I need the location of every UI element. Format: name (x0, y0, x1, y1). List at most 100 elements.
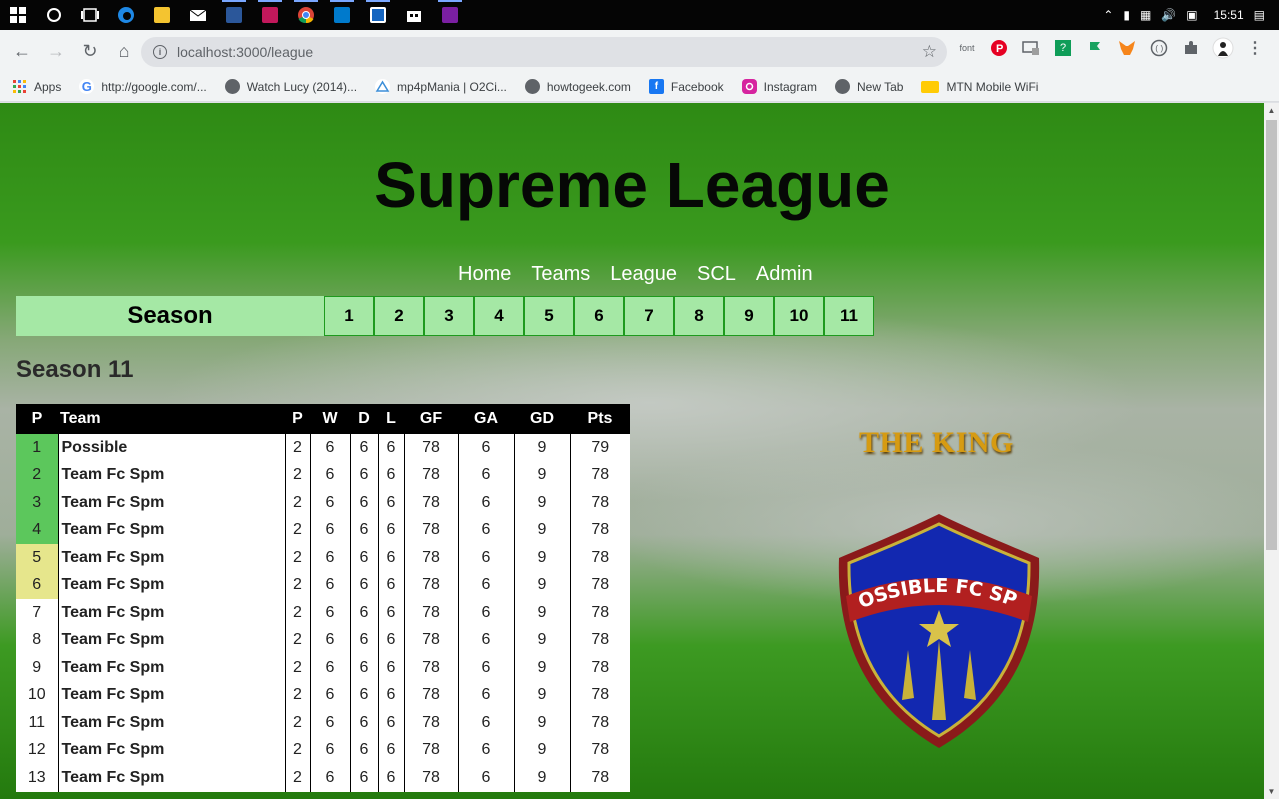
season-button-11[interactable]: 11 (824, 296, 874, 336)
table-row[interactable]: 13 Team Fc Spm 2 6 6 6 78 6 9 78 (16, 764, 630, 792)
header-lost[interactable]: L (378, 404, 404, 434)
cell-team[interactable]: Team Fc Spm (57, 516, 285, 544)
code-extension-icon[interactable]: () (1148, 37, 1170, 59)
store-icon[interactable] (396, 0, 432, 30)
back-icon[interactable]: ← (6, 35, 38, 67)
season-button-10[interactable]: 10 (774, 296, 824, 336)
table-row[interactable]: 8 Team Fc Spm 2 6 6 6 78 6 9 78 (16, 626, 630, 654)
bookmark-item[interactable]: Ghttp://google.com/... (79, 79, 207, 94)
season-button-4[interactable]: 4 (474, 296, 524, 336)
bookmark-item[interactable]: f Facebook (648, 79, 724, 94)
table-row[interactable]: 4 Team Fc Spm 2 6 6 6 78 6 9 78 (16, 516, 630, 544)
metamask-icon[interactable] (1116, 37, 1138, 59)
header-played[interactable]: P (285, 404, 310, 434)
cell-team[interactable]: Team Fc Spm (57, 709, 285, 737)
cell-team[interactable]: Team Fc Spm (57, 461, 285, 489)
help-extension-icon[interactable]: ? (1052, 37, 1074, 59)
table-row[interactable]: 10 Team Fc Spm 2 6 6 6 78 6 9 78 (16, 681, 630, 709)
season-button-7[interactable]: 7 (624, 296, 674, 336)
header-position[interactable]: P (16, 404, 58, 434)
app-icon[interactable] (360, 0, 396, 30)
header-goal-difference[interactable]: GD (514, 404, 570, 434)
scroll-down-arrow-icon[interactable]: ▼ (1264, 784, 1279, 799)
bookmark-item[interactable]: New Tab (834, 79, 903, 94)
table-row[interactable]: 6 Team Fc Spm 2 6 6 6 78 6 9 78 (16, 571, 630, 599)
season-button-1[interactable]: 1 (324, 296, 374, 336)
header-won[interactable]: W (310, 404, 350, 434)
clock[interactable]: 15:51 (1214, 8, 1244, 22)
header-goals-for[interactable]: GF (404, 404, 458, 434)
header-points[interactable]: Pts (570, 404, 630, 434)
table-row[interactable]: 2 Team Fc Spm 2 6 6 6 78 6 9 78 (16, 461, 630, 489)
task-view-icon[interactable] (72, 0, 108, 30)
chevron-up-icon[interactable]: ⌃ (1103, 8, 1113, 22)
bookmark-item[interactable]: howtogeek.com (524, 79, 631, 94)
chrome-icon[interactable] (288, 0, 324, 30)
table-row[interactable]: 12 Team Fc Spm 2 6 6 6 78 6 9 78 (16, 736, 630, 764)
flag-extension-icon[interactable] (1084, 37, 1106, 59)
table-row[interactable]: 5 Team Fc Spm 2 6 6 6 78 6 9 78 (16, 544, 630, 572)
menu-kebab-icon[interactable]: ⋮ (1244, 37, 1266, 59)
network-icon[interactable]: ▦ (1140, 8, 1151, 22)
volume-icon[interactable]: 🔊 (1161, 8, 1176, 22)
page-scrollbar[interactable]: ▲ ▼ (1264, 103, 1279, 799)
bookmark-star-icon[interactable]: ☆ (922, 42, 937, 62)
cell-team[interactable]: Team Fc Spm (57, 599, 285, 627)
site-info-icon[interactable]: i (153, 45, 167, 59)
cell-team[interactable]: Team Fc Spm (57, 654, 285, 682)
nav-link-scl[interactable]: SCL (697, 263, 736, 286)
scroll-thumb[interactable] (1266, 120, 1277, 550)
notification-icon[interactable]: ▤ (1254, 8, 1265, 22)
home-icon[interactable]: ⌂ (108, 35, 140, 67)
battery-icon[interactable]: ▮ (1123, 8, 1130, 22)
header-goals-against[interactable]: GA (458, 404, 514, 434)
scroll-up-arrow-icon[interactable]: ▲ (1264, 103, 1279, 118)
cell-team[interactable]: Team Fc Spm (57, 764, 285, 792)
nav-link-teams[interactable]: Teams (531, 263, 590, 286)
reload-icon[interactable]: ↻ (74, 35, 106, 67)
pinterest-icon[interactable]: P (988, 37, 1010, 59)
cell-team[interactable]: Team Fc Spm (57, 681, 285, 709)
edge-icon[interactable] (108, 0, 144, 30)
cast-icon[interactable] (1020, 37, 1042, 59)
header-team[interactable]: Team (58, 404, 285, 434)
search-circle-icon[interactable] (36, 0, 72, 30)
nav-link-admin[interactable]: Admin (756, 263, 813, 286)
puzzle-icon[interactable] (1180, 37, 1202, 59)
table-row[interactable]: 1 Possible 2 6 6 6 78 6 9 79 (16, 434, 630, 462)
season-button-9[interactable]: 9 (724, 296, 774, 336)
cell-team[interactable]: Team Fc Spm (57, 626, 285, 654)
bookmark-item[interactable]: Apps (12, 79, 61, 94)
word-icon[interactable] (216, 0, 252, 30)
address-bar[interactable]: i localhost:3000/league ☆ (141, 37, 947, 67)
profile-avatar[interactable] (1212, 37, 1234, 59)
bookmark-item[interactable]: Instagram (741, 79, 817, 94)
windows-start-icon[interactable] (0, 0, 36, 30)
app-tray-icon[interactable]: ▣ (1186, 8, 1197, 22)
table-row[interactable]: 7 Team Fc Spm 2 6 6 6 78 6 9 78 (16, 599, 630, 627)
file-explorer-icon[interactable] (144, 0, 180, 30)
season-button-5[interactable]: 5 (524, 296, 574, 336)
header-drawn[interactable]: D (350, 404, 378, 434)
cell-team[interactable]: Team Fc Spm (57, 736, 285, 764)
cell-team[interactable]: Team Fc Spm (57, 489, 285, 517)
cell-team[interactable]: Possible (57, 434, 285, 462)
season-button-2[interactable]: 2 (374, 296, 424, 336)
bookmark-item[interactable]: MTN Mobile WiFi (921, 80, 1038, 94)
vscode-icon[interactable] (324, 0, 360, 30)
app-icon[interactable] (252, 0, 288, 30)
nav-link-home[interactable]: Home (458, 263, 511, 286)
bookmark-item[interactable]: mp4pMania | O2Ci... (375, 79, 507, 94)
address-url[interactable]: localhost:3000/league (177, 44, 313, 60)
nav-link-league[interactable]: League (610, 263, 677, 286)
cell-team[interactable]: Team Fc Spm (57, 571, 285, 599)
cell-team[interactable]: Team Fc Spm (57, 544, 285, 572)
season-button-3[interactable]: 3 (424, 296, 474, 336)
season-button-6[interactable]: 6 (574, 296, 624, 336)
table-row[interactable]: 9 Team Fc Spm 2 6 6 6 78 6 9 78 (16, 654, 630, 682)
mail-icon[interactable] (180, 0, 216, 30)
font-extension-icon[interactable]: font (956, 37, 978, 59)
forward-icon[interactable]: → (40, 35, 72, 67)
table-row[interactable]: 3 Team Fc Spm 2 6 6 6 78 6 9 78 (16, 489, 630, 517)
app-icon[interactable] (432, 0, 468, 30)
